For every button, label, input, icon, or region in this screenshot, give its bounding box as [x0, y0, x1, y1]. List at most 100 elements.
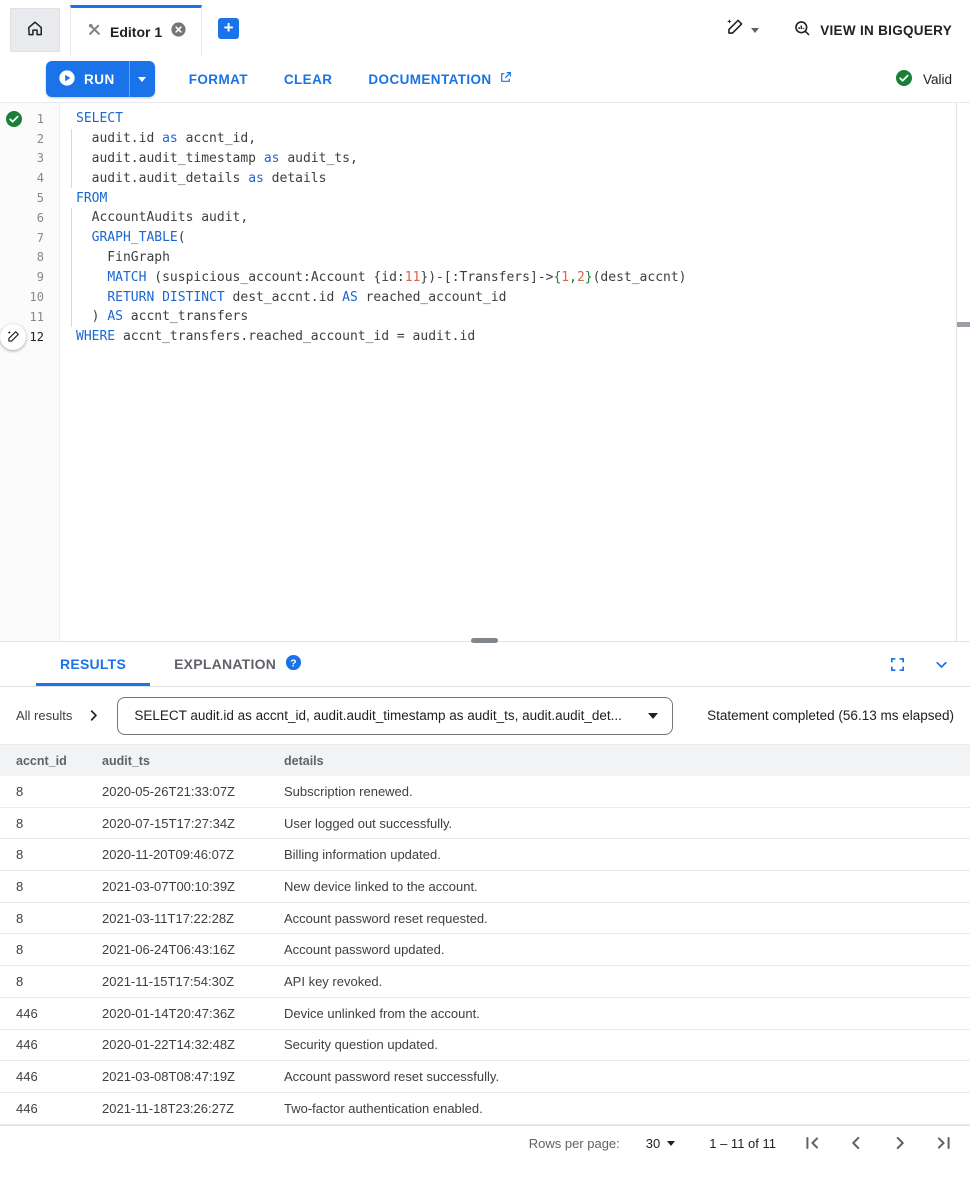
clear-button[interactable]: CLEAR [284, 72, 333, 87]
code-text: SELECT [60, 111, 123, 126]
code-line[interactable]: 9 MATCH (suspicious_account:Account {id:… [0, 267, 970, 287]
code-line[interactable]: 2 audit.id as accnt_id, [0, 129, 970, 149]
explanation-tab-label: EXPLANATION [174, 656, 276, 672]
line-number: 7 [28, 231, 60, 245]
line-number: 5 [28, 191, 60, 205]
code-text: FinGraph [60, 250, 170, 265]
tab-editor-1[interactable]: Editor 1 [70, 5, 202, 56]
table-cell: Account password updated. [268, 934, 970, 965]
table-row: 4462021-03-08T08:47:19ZAccount password … [0, 1061, 970, 1093]
line-number: 10 [28, 290, 60, 304]
table-cell: 8 [0, 966, 86, 997]
collapse-panel-icon[interactable] [933, 656, 950, 673]
chevron-down-icon [138, 77, 146, 82]
code-text: GRAPH_TABLE( [60, 230, 186, 245]
table-cell: 446 [0, 1030, 86, 1061]
table-row: 4462021-11-18T23:26:27ZTwo-factor authen… [0, 1093, 970, 1125]
rows-per-page-value: 30 [646, 1136, 660, 1151]
play-icon [58, 69, 76, 90]
table-cell: Two-factor authentication enabled. [268, 1093, 970, 1124]
code-line[interactable]: 4 audit.audit_details as details [0, 168, 970, 188]
table-row: 82021-03-07T00:10:39ZNew device linked t… [0, 871, 970, 903]
table-row: 82020-07-15T17:27:34ZUser logged out suc… [0, 808, 970, 840]
code-text: ) AS accnt_transfers [60, 309, 248, 324]
documentation-link[interactable]: DOCUMENTATION [368, 71, 511, 87]
code-text: RETURN DISTINCT dest_accnt.id AS reached… [60, 290, 507, 305]
code-lines: 1SELECT2 audit.id as accnt_id,3 audit.au… [0, 103, 970, 347]
code-line[interactable]: 3 audit.audit_timestamp as audit_ts, [0, 149, 970, 169]
query-selector-value: SELECT audit.id as accnt_id, audit.audit… [134, 708, 636, 723]
table-cell: 8 [0, 934, 86, 965]
magic-pen-menu-button[interactable] [725, 18, 759, 42]
table-cell: New device linked to the account. [268, 871, 970, 902]
new-tab-button[interactable]: + [218, 18, 239, 39]
previous-page-icon[interactable] [844, 1131, 868, 1155]
sql-editor[interactable]: 1SELECT2 audit.id as accnt_id,3 audit.au… [0, 103, 970, 641]
column-header: accnt_id [0, 745, 86, 776]
tab-results[interactable]: RESULTS [36, 642, 150, 686]
table-cell: 2020-05-26T21:33:07Z [86, 776, 268, 807]
valid-label: Valid [923, 72, 952, 87]
valid-check-icon [0, 110, 28, 128]
tab-bar: Editor 1 + VIEW IN BIGQUERY [0, 0, 970, 56]
line-number: 11 [28, 310, 60, 324]
results-resize-handle[interactable] [471, 638, 498, 643]
tab-explanation[interactable]: EXPLANATION ? [150, 642, 326, 686]
next-page-icon[interactable] [888, 1131, 912, 1155]
code-line[interactable]: 5FROM [0, 188, 970, 208]
run-options-button[interactable] [129, 61, 155, 97]
code-text: MATCH (suspicious_account:Account {id:11… [60, 270, 687, 285]
table-cell: 2021-11-15T17:54:30Z [86, 966, 268, 997]
line-number: 9 [28, 270, 60, 284]
code-line[interactable]: 7 GRAPH_TABLE( [0, 228, 970, 248]
code-line[interactable]: 11 ) AS accnt_transfers [0, 307, 970, 327]
table-cell: 2021-11-18T23:26:27Z [86, 1093, 268, 1124]
line-number: 4 [28, 171, 60, 185]
table-cell: 2021-03-07T00:10:39Z [86, 871, 268, 902]
table-cell: 446 [0, 998, 86, 1029]
chevron-right-icon[interactable] [86, 708, 101, 723]
table-cell: 2020-11-20T09:46:07Z [86, 839, 268, 870]
table-cell: API key revoked. [268, 966, 970, 997]
code-line[interactable]: 8 FinGraph [0, 248, 970, 268]
first-page-icon[interactable] [800, 1131, 824, 1155]
table-cell: 2021-03-11T17:22:28Z [86, 903, 268, 934]
view-in-bigquery-button[interactable]: VIEW IN BIGQUERY [793, 19, 952, 41]
table-row: 82021-06-24T06:43:16ZAccount password up… [0, 934, 970, 966]
query-result-selector-row: All results SELECT audit.id as accnt_id,… [0, 687, 970, 744]
code-text: audit.audit_details as details [60, 171, 326, 186]
table-body: 82020-05-26T21:33:07ZSubscription renewe… [0, 776, 970, 1125]
all-results-label: All results [16, 708, 72, 723]
close-tab-icon[interactable] [170, 21, 187, 43]
code-line[interactable]: 10 RETURN DISTINCT dest_accnt.id AS reac… [0, 287, 970, 307]
table-cell: Account password reset requested. [268, 903, 970, 934]
table-cell: Subscription renewed. [268, 776, 970, 807]
home-icon [25, 18, 45, 43]
last-page-icon[interactable] [932, 1131, 956, 1155]
code-line[interactable]: 12WHERE accnt_transfers.reached_account_… [0, 327, 970, 347]
fullscreen-icon[interactable] [889, 656, 906, 673]
editor-scrollbar-thumb[interactable] [957, 322, 970, 327]
table-cell: 2021-06-24T06:43:16Z [86, 934, 268, 965]
table-cell: 8 [0, 776, 86, 807]
help-icon[interactable]: ? [285, 654, 302, 674]
code-line[interactable]: 6 AccountAudits audit, [0, 208, 970, 228]
code-line[interactable]: 1SELECT [0, 109, 970, 129]
format-button[interactable]: FORMAT [189, 72, 248, 87]
table-row: 82021-03-11T17:22:28ZAccount password re… [0, 903, 970, 935]
home-tab[interactable] [10, 8, 60, 52]
run-button[interactable]: RUN [46, 61, 155, 97]
rows-per-page-select[interactable]: 30 [646, 1136, 675, 1151]
line-number: 3 [28, 151, 60, 165]
column-header: details [268, 745, 970, 776]
magic-pen-icon[interactable] [0, 324, 28, 350]
chevron-down-icon [751, 28, 759, 33]
results-tab-label: RESULTS [60, 656, 126, 672]
query-selector-dropdown[interactable]: SELECT audit.id as accnt_id, audit.audit… [117, 697, 673, 735]
table-cell: 2020-01-22T14:32:48Z [86, 1030, 268, 1061]
tab-label: Editor 1 [110, 24, 162, 40]
table-cell: 446 [0, 1061, 86, 1092]
query-status: Valid [895, 69, 952, 90]
table-cell: Account password reset successfully. [268, 1061, 970, 1092]
table-row: 82021-11-15T17:54:30ZAPI key revoked. [0, 966, 970, 998]
